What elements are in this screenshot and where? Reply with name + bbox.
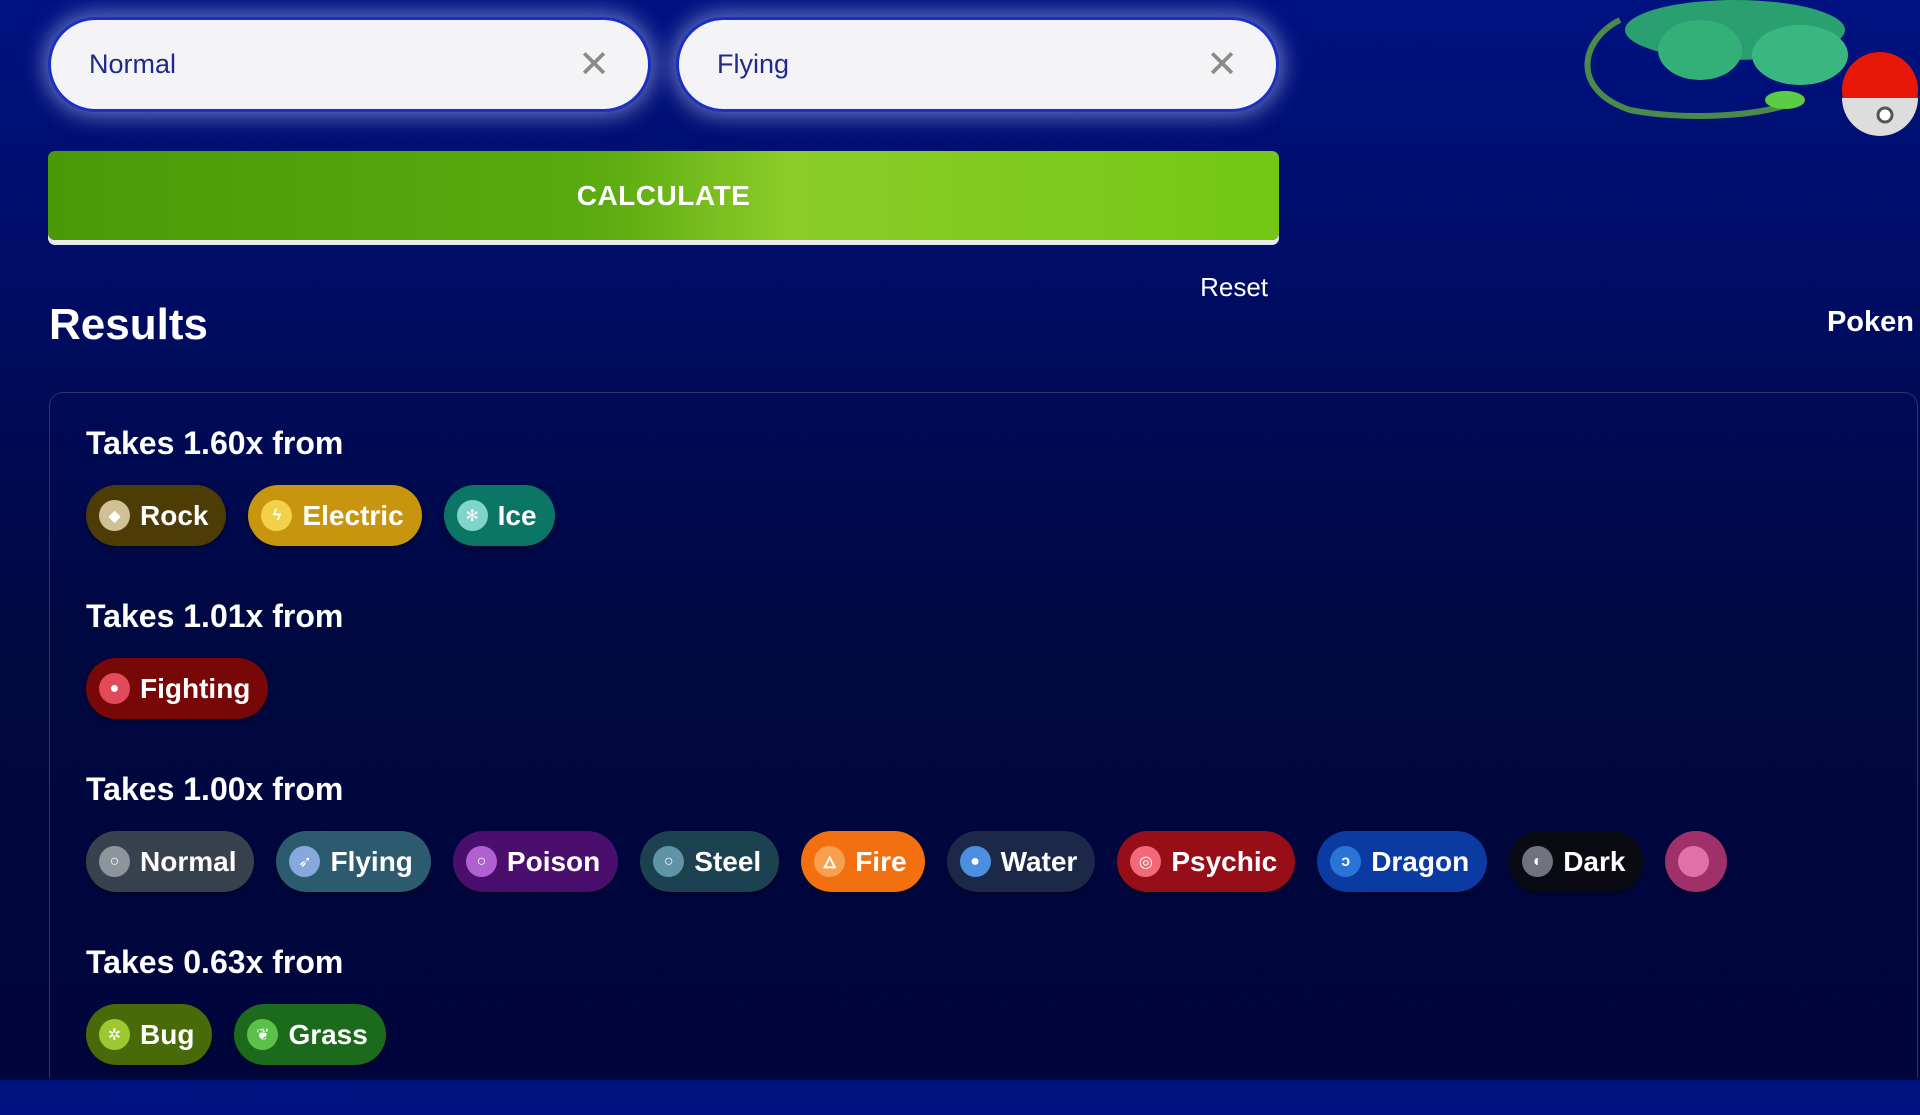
type-2-value: Flying — [717, 49, 790, 79]
section-heading: Takes 1.00x from — [86, 771, 344, 807]
type-pill[interactable]: ● Fighting — [86, 658, 269, 719]
results-heading: Results — [49, 300, 208, 349]
bug-icon: ✲ — [99, 1019, 130, 1050]
dragon-icon: ↄ — [1330, 846, 1362, 877]
rock-icon: ◆ — [99, 500, 130, 531]
result-section: Takes 0.63x from ✲ Bug ❦ Grass — [86, 942, 1896, 1065]
type-1-select[interactable]: Normal ✕ — [48, 17, 651, 112]
type-1-value: Normal — [89, 49, 177, 79]
lightning-icon: ϟ — [261, 500, 293, 531]
type-pill[interactable] — [1665, 831, 1728, 892]
type-label: Bug — [140, 1018, 195, 1050]
result-section: Takes 1.60x from ◆ Rock ϟ Electric ✻ Ice — [86, 423, 1896, 546]
type-pill[interactable]: ◆ Rock — [86, 485, 227, 546]
type-label: Ice — [497, 499, 537, 531]
section-heading: Takes 1.01x from — [86, 598, 344, 634]
type-pill[interactable]: ϟ Electric — [248, 485, 422, 546]
leaf-icon: ❦ — [247, 1019, 279, 1050]
droplet-icon: ● — [959, 846, 991, 877]
psychic-icon: ◎ — [1130, 846, 1162, 877]
type-pill[interactable]: ❦ Grass — [234, 1004, 386, 1065]
type-pill[interactable]: ○ Normal — [86, 831, 255, 892]
type-pill[interactable]: 🜂 Fire — [801, 831, 925, 892]
section-heading: Takes 1.60x from — [86, 425, 344, 461]
reset-link[interactable]: Reset — [1200, 272, 1268, 303]
result-section: Takes 1.00x from ○ Normal ➶ Flying ○ Poison ○ St… — [86, 769, 1896, 892]
result-section: Takes 1.01x from ● Fighting — [86, 596, 1896, 719]
type-label: Water — [1000, 845, 1078, 877]
moon-icon: ◐ — [1522, 846, 1554, 877]
clear-type-1-icon[interactable]: ✕ — [578, 46, 610, 84]
clear-type-2-icon[interactable]: ✕ — [1206, 46, 1238, 84]
type-list: ✲ Bug ❦ Grass — [86, 1004, 1896, 1065]
type-pill[interactable]: ○ Steel — [640, 831, 780, 892]
side-heading: Poken — [1826, 306, 1914, 338]
type-pill[interactable]: ○ Poison — [452, 831, 619, 892]
snowflake-icon: ✻ — [456, 500, 488, 531]
poison-icon: ○ — [465, 846, 497, 877]
type-pill[interactable]: ● Water — [946, 831, 1096, 892]
type-list: ● Fighting — [86, 658, 1896, 719]
flame-icon: 🜂 — [814, 846, 846, 877]
type-pill[interactable]: ✲ Bug — [86, 1004, 213, 1065]
fairy-icon — [1678, 846, 1710, 877]
type-label: Fighting — [140, 672, 251, 704]
type-label: Normal — [140, 845, 237, 877]
type-label: Steel — [694, 845, 762, 877]
results-sections: Takes 1.60x from ◆ Rock ϟ Electric ✻ Ice Takes … — [86, 423, 1896, 1115]
type-label: Grass — [288, 1018, 368, 1050]
type-list: ○ Normal ➶ Flying ○ Poison ○ Steel 🜂 Fire ● Water ◎ P… — [86, 831, 1896, 892]
circle-icon: ○ — [99, 846, 130, 877]
wing-icon: ➶ — [289, 846, 321, 877]
type-label: Flying — [330, 845, 413, 877]
calculate-button[interactable]: CALCULATE — [48, 151, 1279, 240]
steel-icon: ○ — [653, 846, 685, 877]
type-label: Rock — [140, 499, 209, 531]
type-label: Electric — [302, 499, 404, 531]
fist-icon: ● — [99, 673, 130, 704]
type-list: ◆ Rock ϟ Electric ✻ Ice — [86, 485, 1896, 546]
type-pill[interactable]: ➶ Flying — [276, 831, 431, 892]
type-label: Psychic — [1171, 845, 1278, 877]
type-pill[interactable]: ◐ Dark — [1509, 831, 1644, 892]
type-2-select[interactable]: Flying ✕ — [676, 17, 1279, 112]
section-heading: Takes 0.63x from — [86, 944, 344, 980]
type-pill[interactable]: ◎ Psychic — [1117, 831, 1296, 892]
type-label: Dark — [1563, 845, 1626, 877]
type-label: Dragon — [1371, 845, 1470, 877]
type-label: Fire — [855, 845, 907, 877]
type-pill[interactable]: ✻ Ice — [443, 485, 555, 546]
type-pill[interactable]: ↄ Dragon — [1317, 831, 1488, 892]
type-label: Poison — [506, 845, 601, 877]
pokemon-artwork — [1584, 0, 1918, 136]
